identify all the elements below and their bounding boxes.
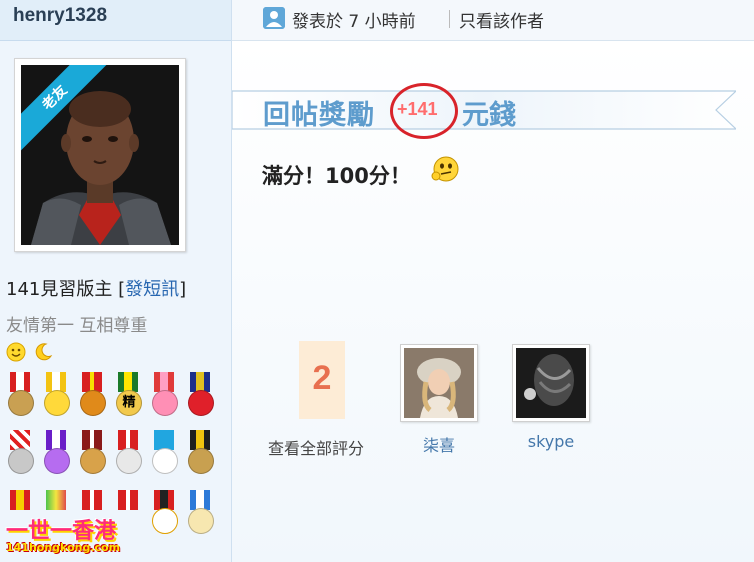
avatar-image: 老友 [21, 65, 179, 245]
user-status-icons [6, 342, 55, 364]
divider [449, 10, 450, 28]
rating-total-number: 2 [312, 359, 332, 397]
thinking-emoticon-icon [431, 156, 459, 182]
medal-icon[interactable] [6, 430, 34, 482]
author-only-link[interactable]: 只看該作者 [459, 7, 544, 32]
medal-icon[interactable] [114, 430, 142, 482]
rank-label: 141見習版主 [ [6, 279, 126, 300]
post-content: 滿分！100分！ [262, 164, 411, 188]
username-link[interactable]: henry1328 [13, 5, 107, 27]
user-sidebar: henry1328 老友 141見習版主 [發短訊] 友情第一 互相尊重 精 一… [0, 0, 232, 562]
user-header: henry1328 [0, 0, 231, 41]
post-body: 回帖獎勵 +141 元錢 滿分！100分！ 2 查看全部評分 柒喜 skype [232, 41, 754, 562]
rater-avatar[interactable] [512, 344, 590, 422]
site-logo-url: 141hongkong.com [6, 541, 121, 554]
medal-icon[interactable] [78, 430, 106, 482]
send-pm-link[interactable]: 發短訊 [125, 279, 179, 300]
user-motto: 友情第一 互相尊重 [6, 316, 148, 336]
rater-avatar-image [516, 348, 586, 418]
reward-label: 回帖獎勵 [263, 100, 375, 131]
smile-icon [6, 342, 26, 362]
reward-unit: 元錢 [462, 100, 516, 131]
medal-icon[interactable] [186, 430, 214, 482]
site-logo: 一世一香港 141hongkong.com [4, 513, 154, 562]
user-icon [263, 7, 285, 29]
view-all-ratings-link[interactable]: 查看全部評分 [268, 435, 364, 459]
rater-avatar[interactable] [400, 344, 478, 422]
avatar[interactable]: 老友 [14, 58, 186, 252]
user-rank: 141見習版主 [發短訊] [6, 275, 186, 301]
medal-icon[interactable] [150, 430, 178, 482]
medal-glyph: 精 [116, 390, 142, 416]
medal-icon[interactable] [42, 430, 70, 482]
medal-icon[interactable]: 精 [114, 372, 142, 424]
medal-icon[interactable] [150, 490, 178, 542]
medal-icon[interactable] [186, 490, 214, 542]
rater-name[interactable]: 柒喜 [400, 432, 478, 456]
highlight-circle [390, 83, 458, 139]
post-header: 發表於 7 小時前 只看該作者 [232, 0, 754, 41]
medal-icon[interactable] [186, 372, 214, 424]
medal-icon[interactable] [78, 372, 106, 424]
rater-avatar-image [404, 348, 474, 418]
rater-name[interactable]: skype [512, 432, 590, 451]
medal-icon[interactable] [150, 372, 178, 424]
rank-bracket: ] [179, 279, 187, 300]
medal-icon[interactable] [42, 372, 70, 424]
rating-total[interactable]: 2 [299, 341, 345, 419]
medal-icon[interactable] [6, 372, 34, 424]
moon-icon [35, 343, 53, 361]
post-time: 發表於 7 小時前 [292, 12, 416, 32]
